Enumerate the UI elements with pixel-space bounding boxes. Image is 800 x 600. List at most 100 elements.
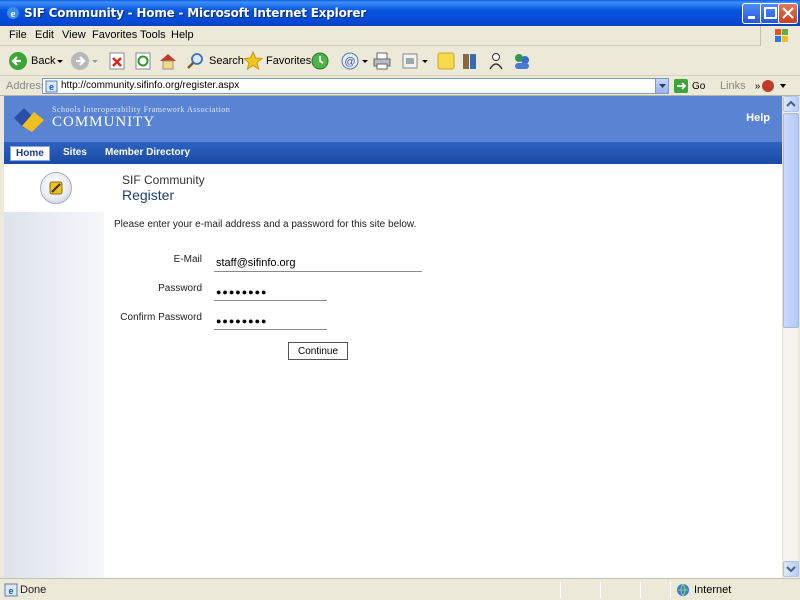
chevron-up-icon (786, 100, 796, 107)
page-icon: e (45, 80, 58, 93)
chevron-down-icon (92, 60, 98, 63)
edit-page-icon (402, 53, 418, 69)
page-viewport: Schools Interoperability Framework Assoc… (4, 96, 782, 578)
zone-label: Internet (694, 584, 732, 596)
nav-sites[interactable]: Sites (58, 146, 92, 159)
continue-button[interactable]: Continue (288, 342, 348, 360)
address-url: http://community.sifinfo.org/register.as… (61, 80, 240, 91)
edit-button[interactable] (400, 50, 430, 72)
forward-arrow-icon (71, 52, 89, 70)
menu-edit[interactable]: Edit (35, 29, 54, 41)
star-icon (243, 51, 263, 71)
help-link[interactable]: Help (746, 112, 770, 124)
search-icon (187, 53, 203, 69)
menu-help[interactable]: Help (171, 29, 194, 41)
mail-icon: @ (341, 52, 359, 70)
note-icon (437, 52, 455, 70)
status-text: Done (20, 584, 47, 596)
stop-button[interactable] (108, 50, 126, 72)
discuss-button[interactable] (436, 50, 456, 72)
chevron-down-icon (422, 60, 428, 63)
research-book-icon (463, 54, 476, 69)
address-input[interactable]: e http://community.sifinfo.org/register.… (42, 78, 669, 94)
chevron-down-icon (659, 84, 666, 88)
chevron-down-icon (57, 60, 64, 63)
stop-icon (109, 52, 125, 70)
chevron-down-icon (786, 566, 796, 573)
menu-tools[interactable]: Tools (140, 29, 166, 41)
menu-favorites[interactable]: Favorites (92, 29, 137, 41)
ie-icon: e (7, 7, 19, 20)
nav-member-directory[interactable]: Member Directory (100, 146, 195, 159)
left-sidebar (4, 164, 104, 578)
links-button[interactable]: Links » (720, 80, 760, 92)
vertical-scrollbar[interactable] (782, 96, 799, 578)
status-separator (640, 582, 641, 598)
page-badge (40, 172, 72, 204)
password-label: Password (158, 283, 202, 294)
history-icon (311, 52, 329, 70)
history-button[interactable] (310, 50, 330, 72)
close-icon (782, 7, 794, 19)
svg-text:e: e (8, 586, 13, 596)
page-done-icon: e (4, 583, 18, 597)
messenger-button[interactable] (486, 50, 506, 72)
instructions-text: Please enter your e-mail address and a p… (114, 219, 417, 230)
sif-logo-icon (14, 108, 44, 132)
site-nav: Home Sites Member Directory (4, 142, 782, 164)
research-button[interactable] (460, 50, 480, 72)
home-icon (160, 54, 176, 70)
scroll-up-button[interactable] (783, 96, 799, 112)
back-button[interactable]: Back (8, 50, 65, 72)
address-dropdown[interactable] (655, 79, 668, 93)
print-button[interactable] (372, 50, 392, 72)
svg-text:e: e (11, 8, 16, 20)
chevron-down-icon (362, 60, 368, 63)
confirm-password-label: Confirm Password (120, 312, 202, 323)
links-label: Links (720, 80, 746, 92)
menu-file[interactable]: File (9, 29, 27, 41)
nav-home[interactable]: Home (10, 146, 50, 161)
security-zone: Internet (676, 582, 731, 598)
site-header: Schools Interoperability Framework Assoc… (4, 96, 782, 142)
refresh-icon (135, 52, 151, 70)
mail-button[interactable]: @ (340, 50, 370, 72)
browser-window: e SIF Community - Home - Microsoft Inter… (0, 0, 800, 600)
status-separator (600, 582, 601, 598)
search-button[interactable]: Search (186, 50, 244, 72)
tools-extension-icon[interactable] (760, 78, 790, 94)
email-field[interactable] (214, 255, 422, 272)
title-bar[interactable]: e SIF Community - Home - Microsoft Inter… (0, 0, 800, 26)
windows-flag-icon (775, 29, 788, 42)
contacts-button[interactable] (512, 50, 532, 72)
toolbar: Back Search Favorites @ (0, 46, 800, 76)
windows-logo (760, 26, 800, 46)
org-name: Schools Interoperability Framework Assoc… (52, 105, 231, 114)
status-separator (560, 582, 561, 598)
favorites-label: Favorites (266, 55, 312, 67)
back-label: Back (31, 55, 56, 67)
password-field[interactable] (214, 284, 327, 301)
site-name: COMMUNITY (52, 114, 156, 130)
printer-icon (373, 52, 391, 70)
status-separator (670, 582, 671, 598)
svg-text:e: e (49, 82, 54, 92)
refresh-button[interactable] (134, 50, 152, 72)
go-button[interactable]: Go (674, 79, 705, 93)
go-label: Go (692, 80, 706, 92)
home-button[interactable] (158, 50, 178, 72)
favorites-button[interactable]: Favorites (243, 50, 311, 72)
forward-button[interactable] (70, 50, 100, 72)
address-bar: Address e http://community.sifinfo.org/r… (0, 76, 800, 96)
globe-icon (677, 583, 689, 597)
close-button[interactable] (778, 3, 798, 24)
confirm-password-field[interactable] (214, 313, 327, 330)
page-title: Register (122, 187, 175, 203)
svg-text:@: @ (344, 56, 355, 68)
email-label: E-Mail (173, 254, 202, 265)
breadcrumb: SIF Community (122, 173, 205, 187)
search-label: Search (209, 55, 244, 67)
scroll-down-button[interactable] (783, 561, 799, 577)
scroll-thumb[interactable] (783, 113, 799, 328)
menu-view[interactable]: View (62, 29, 86, 41)
